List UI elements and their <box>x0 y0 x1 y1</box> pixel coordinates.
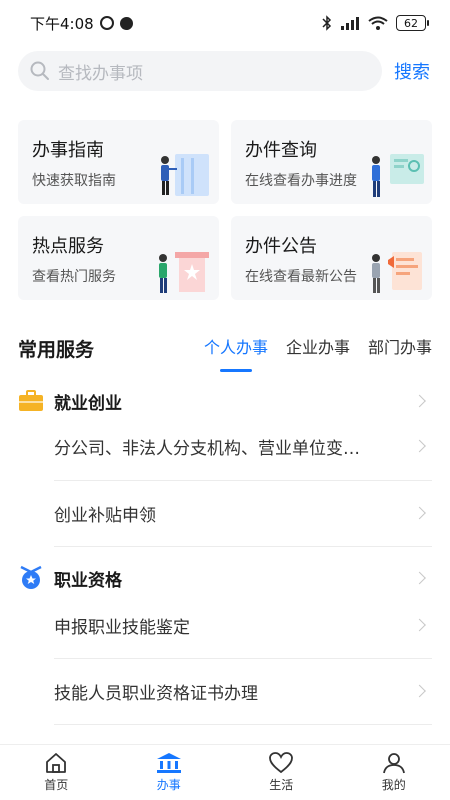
list-item[interactable]: 技能人员职业资格证书办理 <box>54 659 432 723</box>
status-time: 下午4:08 <box>30 14 94 33</box>
card-query[interactable]: 办件查询 在线查看办事进度 <box>231 120 432 204</box>
card-guide[interactable]: 办事指南 快速获取指南 <box>18 120 219 204</box>
search-input[interactable]: 查找办事项 <box>18 51 382 91</box>
heart-icon <box>269 752 294 774</box>
list-item-label: 分公司、非法人分支机构、营业单位变… <box>54 438 360 459</box>
section-employment[interactable]: 就业创业 <box>18 386 432 416</box>
query-illustration <box>372 154 424 197</box>
card-announcement[interactable]: 办件公告 在线查看最新公告 <box>231 216 432 300</box>
user-icon <box>382 753 405 774</box>
card-hot-service[interactable]: 热点服务 查看热门服务 <box>18 216 219 300</box>
status-bar: 下午4:08 62 <box>0 0 450 46</box>
announcement-illustration <box>372 252 422 293</box>
battery-icon: 62 <box>396 15 429 31</box>
nav-label: 我的 <box>381 778 406 792</box>
search-row: 查找办事项 搜索 <box>18 50 438 92</box>
signal-icon <box>341 17 359 30</box>
list-item-label: 创业补贴申领 <box>54 505 156 526</box>
search-button[interactable]: 搜索 <box>394 58 430 84</box>
nav-life[interactable]: 生活 <box>225 745 338 800</box>
common-services-header: 常用服务 个人办事 企业办事 部门办事 <box>18 328 432 372</box>
list-item[interactable]: 申报职业技能鉴定 <box>54 593 432 657</box>
nav-label: 生活 <box>269 778 294 792</box>
app-notify-icon <box>119 16 133 30</box>
section-label: 职业资格 <box>54 570 122 591</box>
chevron-right-icon <box>413 439 426 453</box>
list-item[interactable]: 分公司、非法人分支机构、营业单位变… <box>54 414 432 478</box>
home-icon <box>46 753 67 773</box>
tab-enterprise[interactable]: 企业办事 <box>286 334 350 362</box>
section-label: 就业创业 <box>54 393 122 414</box>
bank-icon <box>156 753 181 773</box>
bottom-nav: 首页 办事 生活 我的 <box>0 744 450 800</box>
app-screen: 下午4:08 62 查找办事项 搜索 办事指南 快速获取指南 办件查询 在线查看… <box>0 0 450 800</box>
medal-icon <box>20 565 42 589</box>
tab-department[interactable]: 部门办事 <box>368 334 432 362</box>
common-services-title: 常用服务 <box>18 338 95 361</box>
briefcase-icon <box>19 390 43 411</box>
nav-mine[interactable]: 我的 <box>338 745 450 800</box>
chevron-right-icon <box>413 506 426 520</box>
nav-label: 首页 <box>44 778 69 792</box>
search-placeholder: 查找办事项 <box>58 63 143 84</box>
section-qualifications[interactable]: 职业资格 <box>18 563 432 593</box>
nav-affairs[interactable]: 办事 <box>113 745 226 800</box>
list-item-label: 技能人员职业资格证书办理 <box>54 683 258 704</box>
divider <box>54 724 432 725</box>
service-tabs: 个人办事 企业办事 部门办事 <box>204 334 432 372</box>
nav-label: 办事 <box>156 778 181 792</box>
chevron-right-icon <box>413 571 426 585</box>
nav-home[interactable]: 首页 <box>0 745 113 800</box>
chevron-right-icon <box>413 618 426 632</box>
service-cards: 办事指南 快速获取指南 办件查询 在线查看办事进度 热点服务 查看热门服务 办件… <box>18 120 432 300</box>
search-icon <box>30 61 49 80</box>
guide-illustration <box>161 154 209 196</box>
list-item[interactable]: 创业补贴申领 <box>54 481 432 545</box>
list-item-label: 申报职业技能鉴定 <box>54 617 190 638</box>
wifi-icon <box>368 16 388 30</box>
hot-service-illustration <box>159 252 209 293</box>
bluetooth-icon <box>322 15 332 31</box>
chevron-right-icon <box>413 684 426 698</box>
divider <box>54 546 432 547</box>
chevron-right-icon <box>413 394 426 408</box>
tab-personal[interactable]: 个人办事 <box>204 334 268 372</box>
alarm-icon <box>99 16 114 30</box>
